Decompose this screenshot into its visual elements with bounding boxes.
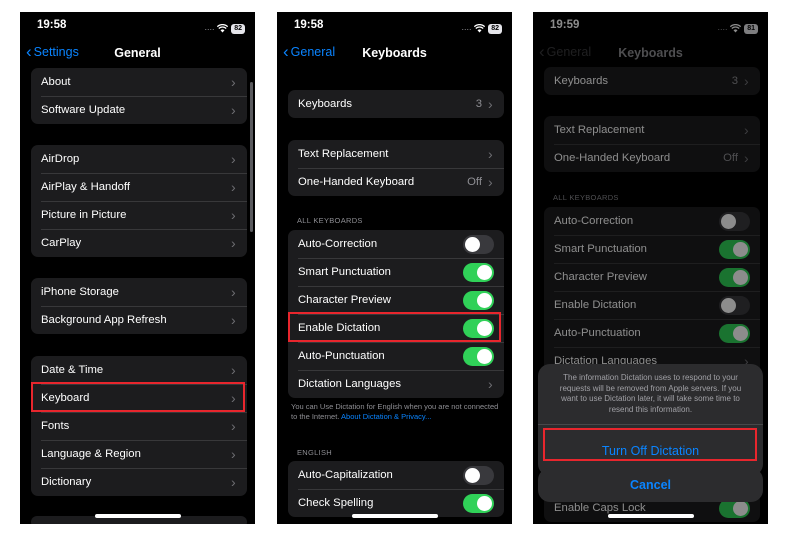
wifi-icon — [474, 20, 486, 38]
chevron-right-icon: › — [231, 179, 236, 195]
dictation-footnote: You can Use Dictation for English when y… — [291, 402, 499, 421]
signal-icon: ···· — [204, 24, 215, 34]
toggle-auto-punctuation[interactable] — [463, 346, 494, 366]
chevron-right-icon: › — [231, 284, 236, 300]
status-bar: 19:58 ···· 82 — [277, 12, 512, 40]
status-bar: 19:58 ···· 82 — [20, 12, 255, 40]
row-auto-capitalization: Auto-Capitalization — [288, 461, 504, 489]
chevron-right-icon: › — [231, 312, 236, 328]
toggle-smart-punctuation[interactable] — [463, 262, 494, 282]
row-dictation-languages[interactable]: Dictation Languages › — [288, 370, 504, 398]
row-language-region[interactable]: Language & Region › — [31, 440, 247, 468]
row-software-update[interactable]: Software Update › — [31, 96, 247, 124]
chevron-right-icon: › — [488, 146, 493, 162]
row-dictionary[interactable]: Dictionary › — [31, 468, 247, 496]
row-auto-correction: Auto-Correction — [288, 230, 504, 258]
row-date-time[interactable]: Date & Time › — [31, 356, 247, 384]
chevron-right-icon: › — [231, 418, 236, 434]
highlight-enable-dictation — [288, 312, 501, 342]
chevron-right-icon: › — [231, 102, 236, 118]
status-time: 19:58 — [294, 19, 324, 31]
scrollbar[interactable] — [250, 82, 253, 232]
row-auto-punctuation: Auto-Punctuation — [288, 342, 504, 370]
chevron-right-icon: › — [231, 151, 236, 167]
chevron-right-icon: › — [231, 446, 236, 462]
keyboards-group: Keyboards 3 › — [288, 90, 504, 118]
home-indicator[interactable] — [94, 514, 181, 518]
phone-screen-keyboards: 19:58 ···· 82 ‹ General Keyboards Keyboa… — [277, 12, 512, 524]
settings-group-locale: Date & Time › Keyboard › Fonts › Language &… — [31, 356, 247, 496]
status-time: 19:58 — [37, 19, 67, 31]
about-dictation-link[interactable]: About Dictation & Privacy... — [341, 412, 431, 421]
wifi-icon — [217, 20, 229, 38]
chevron-right-icon: › — [488, 96, 493, 112]
row-about[interactable]: About › — [31, 68, 247, 96]
settings-group-storage: iPhone Storage › Background App Refresh › — [31, 278, 247, 334]
page-title: General — [114, 46, 161, 60]
nav-bar: ‹ General Keyboards — [277, 42, 512, 64]
row-check-spelling: Check Spelling — [288, 489, 504, 517]
chevron-right-icon: › — [231, 362, 236, 378]
row-fonts[interactable]: Fonts › — [31, 412, 247, 440]
settings-group-about: About › Software Update › — [31, 68, 247, 124]
page-title: Keyboards — [362, 46, 427, 60]
home-indicator[interactable] — [351, 514, 438, 518]
row-smart-punctuation: Smart Punctuation — [288, 258, 504, 286]
text-options-group: Text Replacement › One-Handed Keyboard Off… — [288, 140, 504, 196]
cancel-button[interactable]: Cancel — [538, 468, 763, 502]
section-header-english: ENGLISH — [297, 448, 333, 457]
row-airplay-handoff[interactable]: AirPlay & Handoff › — [31, 173, 247, 201]
chevron-right-icon: › — [231, 74, 236, 90]
row-text-replacement[interactable]: Text Replacement › — [288, 140, 504, 168]
row-picture-in-picture[interactable]: Picture in Picture › — [31, 201, 247, 229]
phone-screen-general: 19:58 ···· 82 ‹ Settings General About › … — [20, 12, 255, 524]
chevron-right-icon: › — [488, 174, 493, 190]
row-iphone-storage[interactable]: iPhone Storage › — [31, 278, 247, 306]
battery-icon: 82 — [231, 24, 245, 34]
row-background-app-refresh[interactable]: Background App Refresh › — [31, 306, 247, 334]
section-header-all-keyboards: ALL KEYBOARDS — [297, 216, 363, 225]
toggle-auto-capitalization[interactable] — [463, 465, 494, 485]
home-indicator[interactable] — [607, 514, 694, 518]
battery-icon: 82 — [488, 24, 502, 34]
chevron-right-icon: › — [231, 207, 236, 223]
row-airdrop[interactable]: AirDrop › — [31, 145, 247, 173]
highlight-keyboard — [31, 382, 245, 412]
chevron-right-icon: › — [488, 376, 493, 392]
toggle-auto-correction[interactable] — [463, 234, 494, 254]
english-group: Auto-Capitalization Check Spelling — [288, 461, 504, 517]
toggle-character-preview[interactable] — [463, 290, 494, 310]
phone-screen-dictation-alert: 19:59 ···· 81 ‹ General Keyboards Keyboa… — [533, 12, 768, 524]
row-carplay[interactable]: CarPlay › — [31, 229, 247, 257]
chevron-right-icon: › — [231, 474, 236, 490]
row-keyboards[interactable]: Keyboards 3 › — [288, 90, 504, 118]
settings-group-connectivity: AirDrop › AirPlay & Handoff › Picture in P… — [31, 145, 247, 257]
toggle-check-spelling[interactable] — [463, 493, 494, 513]
nav-bar: ‹ Settings General — [20, 42, 255, 64]
highlight-turn-off-dictation — [543, 428, 757, 461]
signal-icon: ···· — [461, 24, 472, 34]
row-one-handed-keyboard[interactable]: One-Handed Keyboard Off › — [288, 168, 504, 196]
row-character-preview: Character Preview — [288, 286, 504, 314]
alert-message: The information Dictation uses to respon… — [559, 373, 742, 414]
chevron-right-icon: › — [231, 235, 236, 251]
